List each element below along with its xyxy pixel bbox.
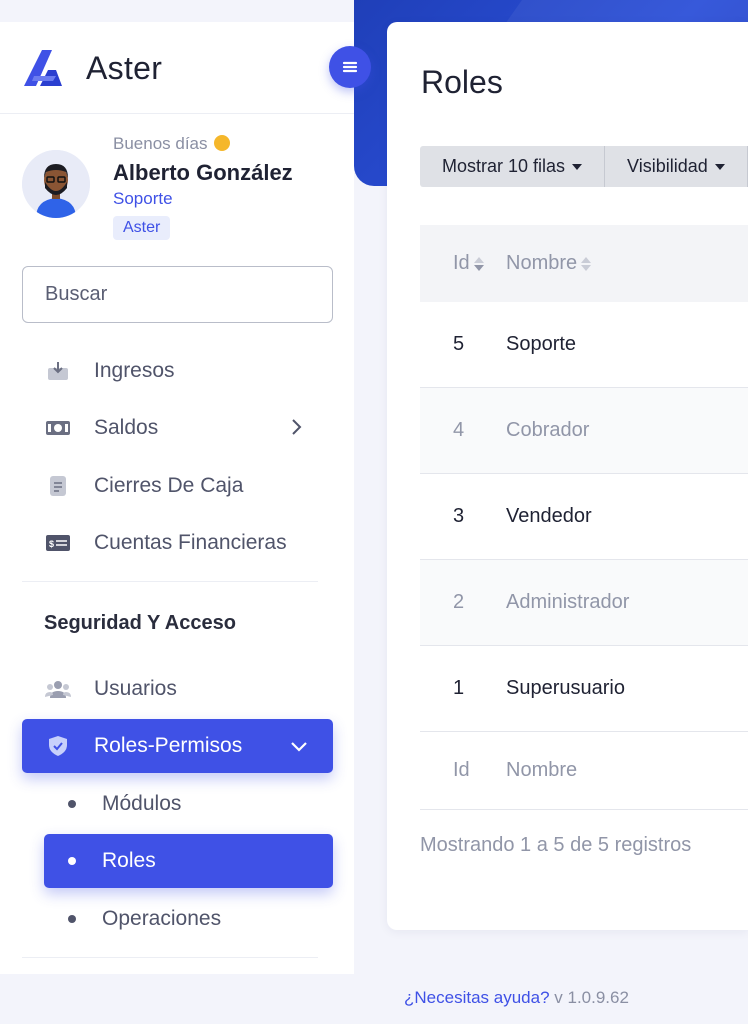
cell-id: 3 xyxy=(453,505,465,527)
bullet-icon xyxy=(68,915,76,923)
sidebar-item-label: Usuarios xyxy=(94,677,177,700)
shield-icon xyxy=(44,732,72,760)
sidebar-item-label: Roles-Permisos xyxy=(94,734,243,757)
roles-card: Roles Mostrar 10 filas Visibilidad Id No… xyxy=(387,22,748,930)
cell-name: Cobrador xyxy=(506,419,590,441)
section-title: Seguridad Y Acceso xyxy=(44,612,236,634)
users-icon xyxy=(44,675,72,703)
cell-name: Superusuario xyxy=(506,677,625,699)
table-toolbar: Mostrar 10 filas Visibilidad xyxy=(420,146,748,187)
table-footer: Id Nombre xyxy=(420,732,748,810)
sidebar-item-ingresos[interactable]: Ingresos xyxy=(22,346,333,396)
svg-text:$: $ xyxy=(49,539,54,549)
cell-name: Administrador xyxy=(506,591,630,613)
sidebar-subitem-roles[interactable]: Roles xyxy=(44,834,333,888)
sidebar-subitem-label: Operaciones xyxy=(102,907,222,930)
app-name: Aster xyxy=(86,50,163,86)
company-badge: Aster xyxy=(113,216,171,240)
page-title: Roles xyxy=(421,64,503,100)
table-row[interactable]: 2 Administrador xyxy=(420,560,748,646)
table-header: Id Nombre xyxy=(420,225,748,302)
sidebar-subitem-modulos[interactable]: Módulos xyxy=(44,777,333,831)
table-row[interactable]: 1 Superusuario xyxy=(420,646,748,732)
sidebar-item-roles-permisos[interactable]: Roles-Permisos xyxy=(22,719,333,773)
card-icon: $ xyxy=(44,529,72,557)
show-rows-button[interactable]: Mostrar 10 filas xyxy=(420,146,606,187)
money-icon xyxy=(44,414,72,442)
caret-down-icon xyxy=(714,163,725,170)
chevron-down-icon xyxy=(291,742,307,752)
greeting: Buenos días xyxy=(113,134,230,154)
footer-id: Id xyxy=(453,759,470,781)
user-role: Soporte xyxy=(113,189,173,208)
help-link[interactable]: ¿Necesitas ayuda? xyxy=(404,988,550,1007)
sidebar-item-saldos[interactable]: Saldos xyxy=(22,403,333,453)
avatar[interactable] xyxy=(22,150,90,218)
search-input[interactable] xyxy=(22,266,333,323)
cell-id: 1 xyxy=(453,677,465,699)
caret-down-icon xyxy=(572,163,583,170)
sidebar-subitem-operaciones[interactable]: Operaciones xyxy=(44,892,333,946)
table-row[interactable]: 4 Cobrador xyxy=(420,388,748,474)
sidebar-item-cierres-de-caja[interactable]: Cierres De Caja xyxy=(22,461,333,511)
divider xyxy=(22,957,318,958)
sort-icon xyxy=(581,256,592,271)
table-row[interactable]: 3 Vendedor xyxy=(420,474,748,560)
sidebar-subitem-label: Módulos xyxy=(102,792,182,815)
bullet-icon xyxy=(68,800,76,808)
user-profile: Buenos días Alberto González Soporte Ast… xyxy=(0,114,354,264)
sun-icon xyxy=(213,135,230,151)
visibility-button[interactable]: Visibilidad xyxy=(605,146,748,187)
user-name: Alberto González xyxy=(113,160,293,185)
document-icon xyxy=(44,472,72,500)
chevron-right-icon xyxy=(292,419,302,435)
column-header-id[interactable]: Id xyxy=(420,252,506,275)
column-header-name[interactable]: Nombre xyxy=(506,252,748,275)
sidebar-item-usuarios[interactable]: Usuarios xyxy=(22,664,333,714)
sidebar-item-label: Cierres De Caja xyxy=(94,474,244,497)
table-info: Mostrando 1 a 5 de 5 registros xyxy=(420,834,692,856)
download-icon xyxy=(44,357,72,385)
cell-id: 4 xyxy=(453,419,465,441)
sidebar-subitem-label: Roles xyxy=(102,849,156,872)
page-footer: ¿Necesitas ayuda? v 1.0.9.62 xyxy=(404,988,629,1008)
roles-table: Id Nombre 5 Soporte 4 Cobrador 3 Vendedo… xyxy=(420,225,748,810)
brand: Aster xyxy=(0,22,354,114)
sidebar-item-label: Saldos xyxy=(94,416,159,439)
sidebar-item-label: Cuentas Financieras xyxy=(94,531,287,554)
sidebar-item-cuentas-financieras[interactable]: $ Cuentas Financieras xyxy=(22,518,333,568)
menu-toggle-button[interactable] xyxy=(329,46,371,88)
sidebar-item-label: Ingresos xyxy=(94,359,175,382)
version-text: v 1.0.9.62 xyxy=(554,988,629,1007)
table-row[interactable]: 5 Soporte xyxy=(420,302,748,388)
cell-id: 2 xyxy=(453,591,465,613)
sort-icon xyxy=(473,256,484,271)
cell-name: Vendedor xyxy=(506,505,592,527)
cell-name: Soporte xyxy=(506,333,577,355)
divider xyxy=(22,581,318,582)
hamburger-icon xyxy=(342,61,358,73)
cell-id: 5 xyxy=(453,333,465,355)
bullet-icon xyxy=(68,857,76,865)
footer-name: Nombre xyxy=(506,759,578,781)
sidebar: Aster Buenos días Alberto González Sopor… xyxy=(0,22,354,974)
aster-logo-icon xyxy=(24,50,62,86)
